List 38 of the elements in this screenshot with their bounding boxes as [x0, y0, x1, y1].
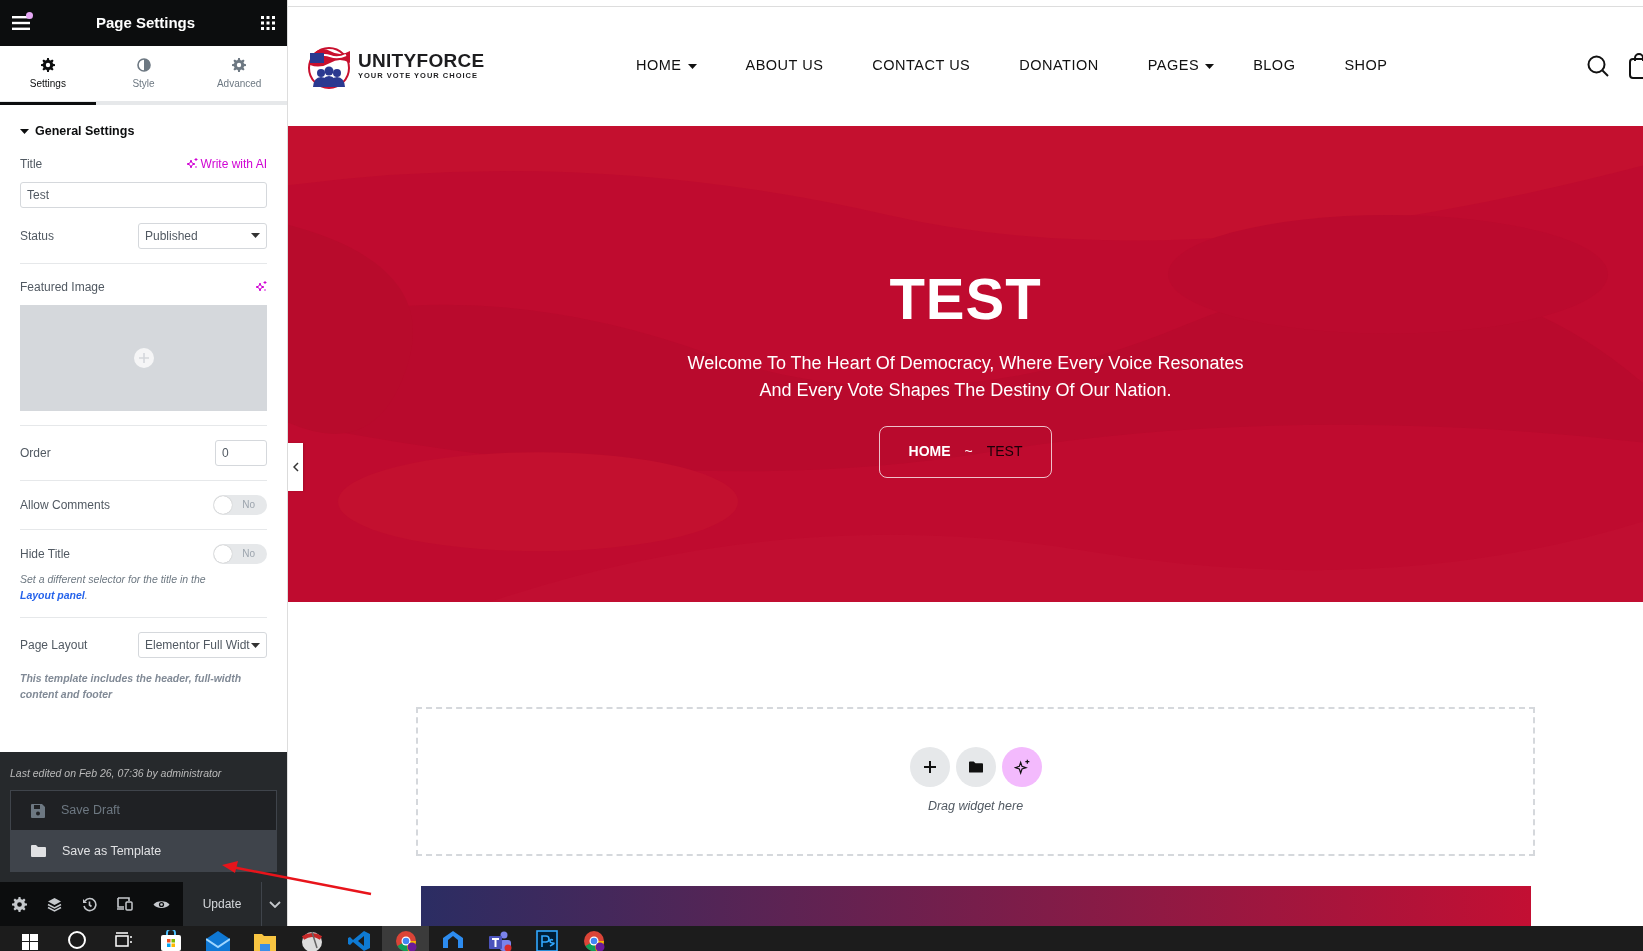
field-label: Status [20, 227, 55, 245]
nav-link[interactable]: DONATION [1019, 55, 1099, 78]
breadcrumb-separator: ~ [964, 442, 973, 462]
breadcrumb-current: TEST [986, 442, 1023, 462]
breadcrumb-link[interactable]: HOME [908, 441, 951, 463]
field-label: Page Layout [20, 637, 88, 655]
panel-tab[interactable]: Settings [0, 46, 96, 105]
field-label: Order [20, 444, 51, 462]
section-header[interactable]: General Settings [20, 105, 135, 155]
last-edited-text: Last edited on Feb 26, 07:36 by administrator [10, 766, 223, 782]
field-label: Featured Image [20, 278, 105, 296]
drop-hint: Drag widget here [927, 798, 1024, 816]
drop-zone[interactable]: Drag widget here [416, 707, 1535, 857]
nav-link[interactable]: CONTACT US [872, 55, 971, 78]
hero-subtitle: Welcome To The Heart Of Democracy, Where Every Voice Resonates And Every Vote Shapes The Destiny Of Our Nation. [686, 351, 1245, 402]
select-field[interactable]: Published [138, 222, 267, 249]
field-label: Hide Title [20, 545, 71, 563]
layout-panel-link[interactable]: Layout panel [20, 588, 85, 601]
nav-link[interactable]: BLOG [1253, 55, 1296, 78]
order-input[interactable]: 0 [215, 439, 267, 466]
panel-tab[interactable]: Advanced [191, 46, 287, 105]
hero-title: TEST [889, 269, 1042, 328]
panel-title: Page Settings [95, 12, 196, 33]
write-with-ai-link[interactable]: Write with AI [185, 154, 267, 173]
update-button[interactable]: Update [183, 882, 261, 926]
field-label: Title [20, 155, 43, 173]
help-text: This template includes the header, full-width content and footer [20, 671, 243, 702]
nav-link[interactable]: ABOUT US [745, 55, 824, 78]
nav-link[interactable]: PAGES [1147, 55, 1215, 78]
logo-text: UNITYFORCE [358, 51, 485, 71]
nav-link[interactable]: SHOP [1344, 55, 1388, 78]
panel-tab[interactable]: Style [95, 46, 192, 105]
field-label: Allow Comments [20, 496, 111, 514]
title-input[interactable]: Test [20, 181, 267, 208]
menu-item[interactable]: Save as Template [10, 831, 277, 872]
nav-link[interactable]: HOME [636, 55, 697, 78]
select-field[interactable]: Elementor Full Widt [138, 632, 267, 659]
help-text: Set a different selector for the title in the Layout panel. [20, 571, 207, 603]
